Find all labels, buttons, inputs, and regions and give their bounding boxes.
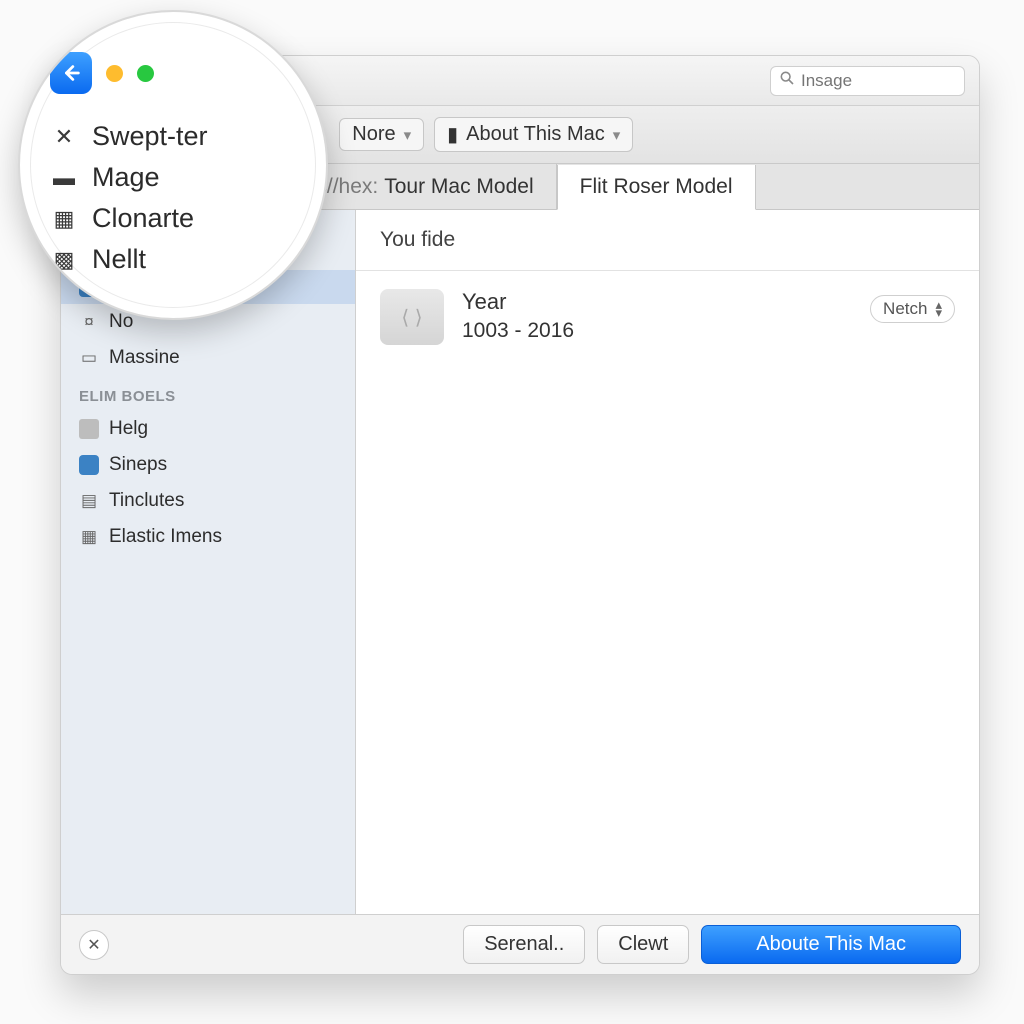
sort-dropdown-label: Netch xyxy=(883,299,927,319)
menu-item-clonarte[interactable]: ▦ Clonarte xyxy=(50,198,302,239)
toolbar-dropdown-nore-label: Nore xyxy=(352,123,395,146)
toolbar-dropdown-nore[interactable]: Nore ▾ xyxy=(339,118,424,151)
close-button[interactable]: ✕ xyxy=(79,930,109,960)
sidebar-item-sineps[interactable]: Sineps xyxy=(61,447,355,483)
sidebar-item-label: Helg xyxy=(109,418,148,440)
search-icon xyxy=(779,70,795,91)
sidebar-list-b: Helg Sineps ▤ Tinclutes ▦ Elastic Imens xyxy=(61,411,355,555)
menu-item-swept-ter[interactable]: ✕ Swept-ter xyxy=(50,116,302,157)
sidebar-item-label: No xyxy=(109,311,133,333)
toolbar-dropdown-about-label: About This Mac xyxy=(466,123,605,146)
chip-icon: ▦ xyxy=(79,527,99,547)
menu-item-nellt[interactable]: ▩ Nellt xyxy=(50,239,302,280)
book-icon: ▮ xyxy=(447,122,458,147)
tab-flit-roser-label: Flit Roser Model xyxy=(580,175,733,199)
sort-dropdown[interactable]: Netch ▴▾ xyxy=(870,295,955,323)
content-header: You fide xyxy=(356,210,979,271)
menu-item-label: Nellt xyxy=(92,244,146,275)
magnifier-content: ✕ Swept-ter ▬ Mage ▦ Clonarte ▩ Nellt xyxy=(20,12,326,280)
magnifier-top-row xyxy=(50,52,302,94)
menu-item-label: Mage xyxy=(92,162,160,193)
search-input[interactable] xyxy=(801,71,956,91)
minimize-dot[interactable] xyxy=(106,65,123,82)
about-this-mac-button[interactable]: Aboute This Mac xyxy=(701,925,961,964)
item-info: Year 1003 - 2016 xyxy=(462,289,574,343)
back-button[interactable] xyxy=(50,52,92,94)
magnifier-menu: ✕ Swept-ter ▬ Mage ▦ Clonarte ▩ Nellt xyxy=(50,116,302,280)
card-icon: ▬ xyxy=(50,165,78,191)
search-field[interactable] xyxy=(770,66,965,96)
zoom-dot[interactable] xyxy=(137,65,154,82)
link-icon: ¤ xyxy=(79,312,99,332)
sidebar-group-label: ELIM BOELS xyxy=(61,376,355,411)
sidebar-item-label: Sineps xyxy=(109,454,167,476)
bottom-bar: ✕ Serenal.. Clewt Aboute This Mac xyxy=(61,914,979,974)
content: You fide ⟨ ⟩ Year 1003 - 2016 Netch ▴▾ xyxy=(356,210,979,914)
tab-flit-roser[interactable]: Flit Roser Model xyxy=(557,165,756,210)
serenal-button[interactable]: Serenal.. xyxy=(463,925,585,964)
sidebar-item-label: Elastic Imens xyxy=(109,526,222,548)
close-icon: ✕ xyxy=(87,935,100,955)
sidebar-item-helg[interactable]: Helg xyxy=(61,411,355,447)
sidebar-item-elastic[interactable]: ▦ Elastic Imens xyxy=(61,519,355,555)
stepper-icon: ▴▾ xyxy=(935,301,942,317)
hdd-icon xyxy=(79,419,99,439)
grid-icon: ▦ xyxy=(50,206,78,232)
sidebar-item-label: Tinclutes xyxy=(109,490,184,512)
drive-icon: ▤ xyxy=(79,491,99,511)
chevron-down-icon: ▾ xyxy=(404,126,412,144)
sidebar-item-label: Massine xyxy=(109,347,180,369)
layers-icon: ▩ xyxy=(50,247,78,273)
item-title: Year xyxy=(462,289,574,315)
menu-item-mage[interactable]: ▬ Mage xyxy=(50,157,302,198)
menu-item-label: Swept-ter xyxy=(92,121,208,152)
item-thumbnail: ⟨ ⟩ xyxy=(380,289,444,345)
toolbar-dropdown-about[interactable]: ▮ About This Mac ▾ xyxy=(434,117,633,152)
display-icon: ▭ xyxy=(79,348,99,368)
asterisk-icon: ✕ xyxy=(50,124,78,150)
tab-tour-model-label: Tour Mac Model xyxy=(384,175,533,199)
menu-item-label: Clonarte xyxy=(92,203,194,234)
clewt-button[interactable]: Clewt xyxy=(597,925,689,964)
magnifier-overlay: ✕ Swept-ter ▬ Mage ▦ Clonarte ▩ Nellt xyxy=(18,10,328,320)
sidebar-item-tinclutes[interactable]: ▤ Tinclutes xyxy=(61,483,355,519)
app-icon xyxy=(79,455,99,475)
content-body: ⟨ ⟩ Year 1003 - 2016 Netch ▴▾ xyxy=(356,271,979,363)
sidebar-item-massine[interactable]: ▭ Massine xyxy=(61,340,355,376)
chevron-down-icon: ▾ xyxy=(613,126,621,144)
item-subtitle: 1003 - 2016 xyxy=(462,319,574,343)
